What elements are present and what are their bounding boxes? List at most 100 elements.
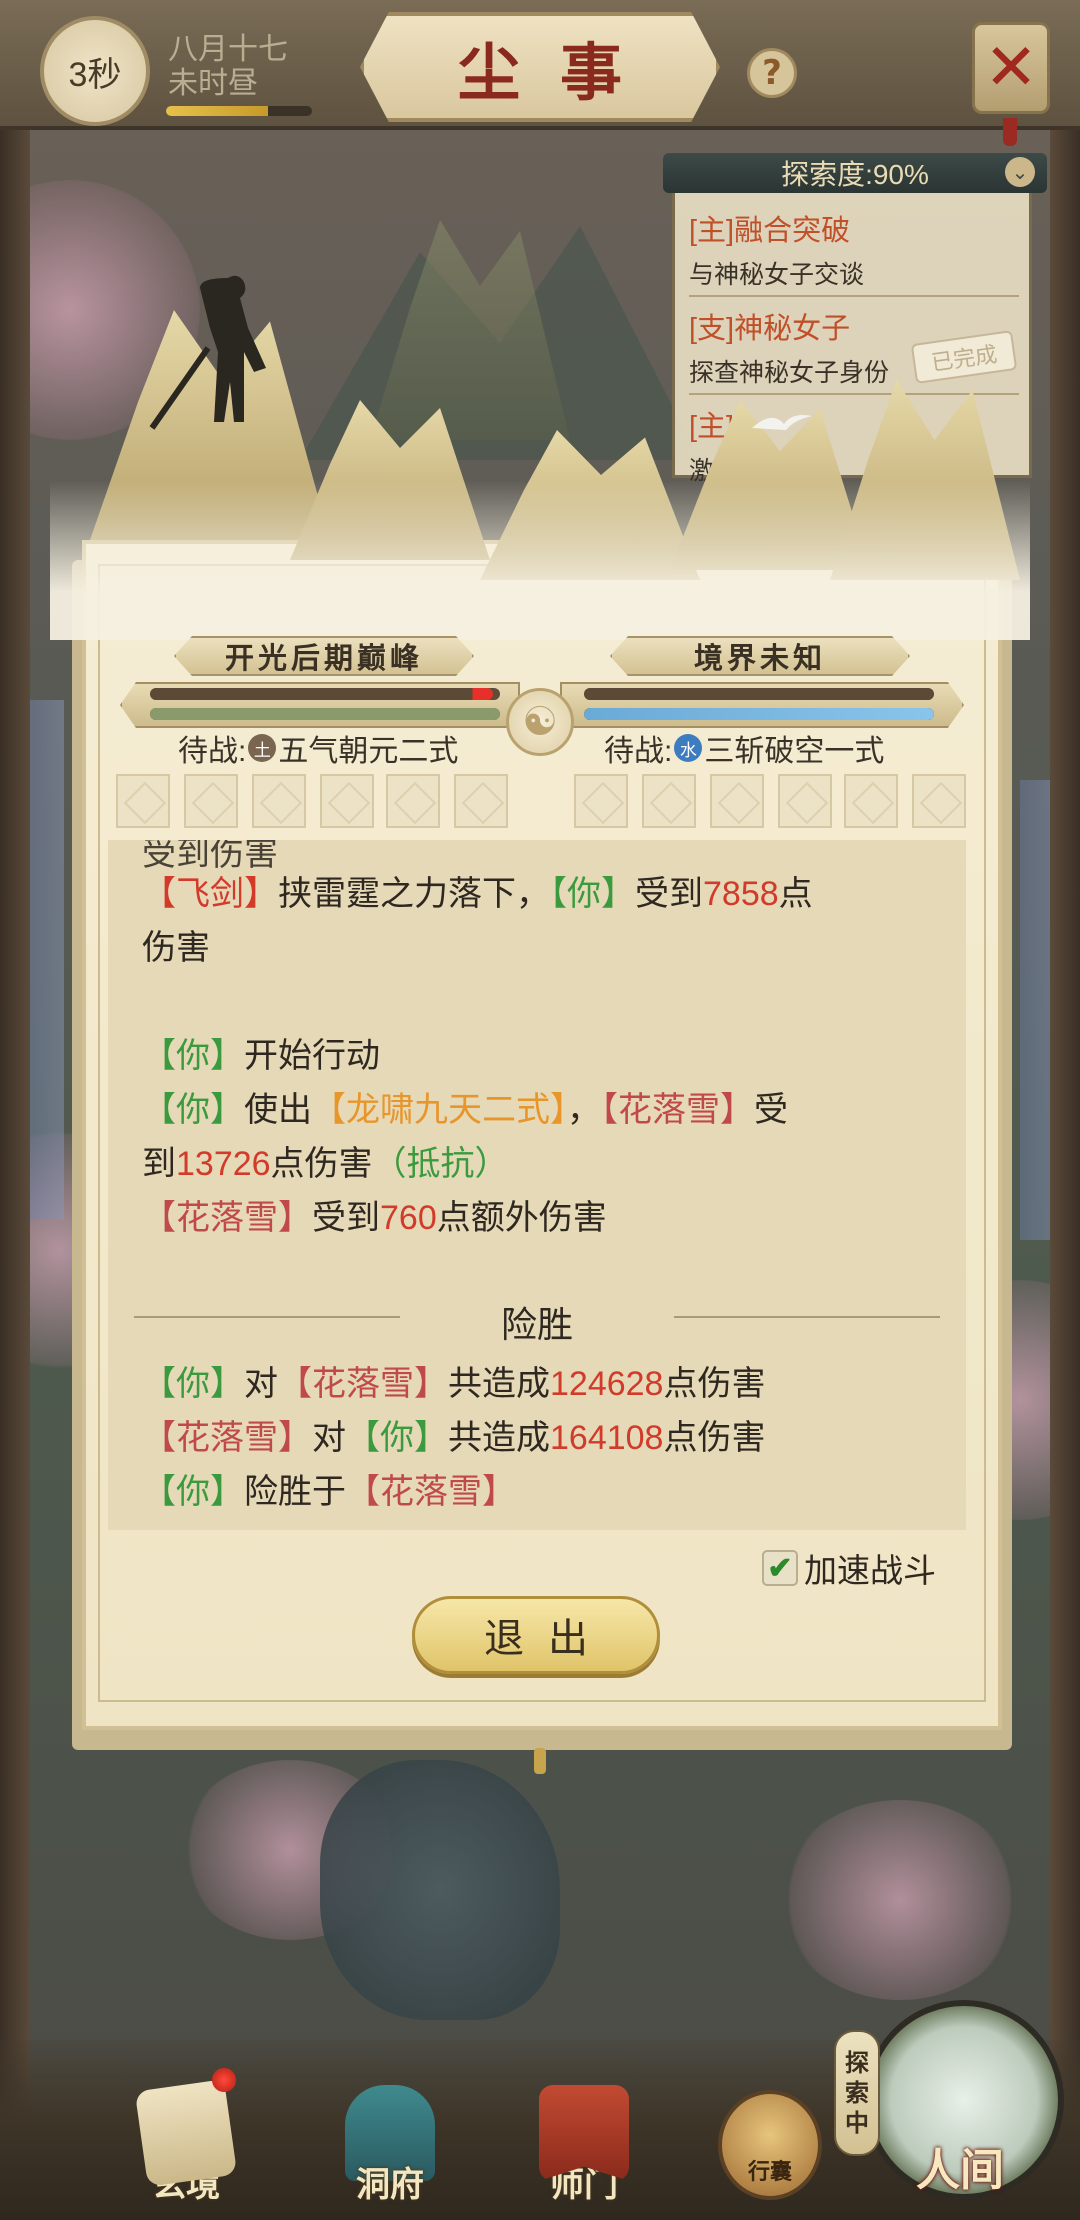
top-bar: 3秒 八月十七 未时昼 尘事 ? ✕: [0, 0, 1080, 146]
tassel-decoration: [1003, 118, 1017, 146]
help-button[interactable]: ?: [747, 48, 797, 98]
enemy-skill-name: 三斩破空一式: [704, 735, 885, 768]
cherry-blossom: [780, 1800, 1020, 2000]
bg-rock: [320, 1760, 560, 2020]
player-mp-bar: [150, 708, 500, 720]
log-text: 险胜于: [244, 1473, 346, 1511]
player-standby: 待战: 土 五气朝元二式: [178, 726, 458, 770]
log-line: 【飞剑】挟雷霆之力落下，【你】受到7858点: [142, 866, 813, 915]
standby-label: 待战:: [604, 735, 673, 768]
earth-element-icon: 土: [248, 734, 277, 762]
page-title: 尘事: [457, 36, 662, 109]
log-line: 【花落雪】对【你】共造成164108点伤害: [142, 1410, 765, 1459]
log-actor: 【飞剑】: [142, 875, 278, 913]
player-buff-slot[interactable]: [320, 774, 374, 828]
nav-shimen[interactable]: 师门: [524, 2056, 644, 2206]
log-actor: 【你】: [142, 1365, 244, 1403]
log-text: 伤害: [142, 929, 210, 967]
speed-battle-toggle[interactable]: ✔ 加速战斗: [762, 1544, 936, 1592]
exploration-progress: 探索度:90% ⌄: [663, 153, 1047, 193]
player-buff-slot[interactable]: [116, 774, 170, 828]
enemy-buff-slot[interactable]: [574, 774, 628, 828]
log-number: 164108: [550, 1419, 664, 1457]
enemy-mp-fill: [584, 708, 934, 720]
enemy-mp-bar: [584, 708, 934, 720]
log-text: 共造成: [448, 1419, 550, 1457]
player-mp-fill: [150, 708, 500, 720]
speed-label: 加速战斗: [804, 1552, 936, 1589]
player-silhouette: [149, 275, 266, 430]
exploration-label: 探索度:90%: [781, 159, 929, 190]
log-text: 点伤害: [270, 1145, 373, 1183]
enemy-buff-slot[interactable]: [710, 774, 764, 828]
enemy-buff-slot[interactable]: [778, 774, 832, 828]
divider-line: [674, 1316, 940, 1318]
log-actor: 【花落雪】: [278, 1365, 448, 1403]
log-actor: 【你】: [142, 1473, 244, 1511]
enemy-realm: 境界未知: [610, 636, 910, 676]
yin-yang-icon: ☯: [506, 688, 574, 756]
log-actor: 【你】: [142, 1091, 244, 1129]
log-actor: 【花落雪】: [142, 1199, 312, 1237]
enemy-buff-slot[interactable]: [642, 774, 696, 828]
player-buff-slot[interactable]: [252, 774, 306, 828]
notification-dot: [212, 2068, 236, 2092]
enemy-buff-slot[interactable]: [844, 774, 898, 828]
explore-char: 索: [845, 2078, 869, 2107]
standby-label: 待战:: [178, 735, 247, 768]
close-icon: ✕: [984, 31, 1038, 105]
log-text: 点: [778, 875, 813, 913]
speed-checkbox[interactable]: ✔: [762, 1550, 798, 1586]
log-line: 【你】开始行动: [142, 1028, 380, 1077]
log-line: 【你】险胜于【花落雪】: [142, 1464, 516, 1513]
chevron-down-icon[interactable]: ⌄: [1005, 157, 1035, 187]
player-buff-slot[interactable]: [184, 774, 238, 828]
explore-char: 中: [845, 2108, 869, 2137]
player-hp-fill: [150, 688, 493, 700]
log-line: 到13726点伤害（抵抗）: [142, 1136, 509, 1185]
question-icon: ?: [762, 53, 782, 93]
exit-button[interactable]: 退出: [412, 1596, 660, 1674]
log-actor: 【你】: [142, 1037, 244, 1075]
log-text: 受: [754, 1091, 788, 1129]
battle-result-divider: 险胜: [134, 1296, 940, 1345]
battle-log[interactable]: 受到伤害 【飞剑】挟雷霆之力落下，【你】受到7858点 伤害 【你】开始行动 【…: [108, 840, 966, 1530]
frame-right: [1050, 0, 1080, 2220]
enemy-standby: 待战: 水 三斩破空一式: [604, 726, 884, 770]
exploring-tag: 探 索 中: [834, 2030, 880, 2156]
log-number: 124628: [550, 1365, 664, 1403]
close-button[interactable]: ✕: [972, 22, 1050, 114]
player-realm: 开光后期巅峰: [174, 636, 474, 676]
log-number: 760: [380, 1199, 437, 1237]
log-actor: 【你】: [550, 875, 635, 913]
log-text: 挟雷霆之力落下，: [278, 875, 550, 913]
bag-button[interactable]: 行囊: [718, 2090, 822, 2200]
nav-dongfu[interactable]: 洞府: [330, 2056, 450, 2206]
nav-xuanjing[interactable]: 玄境: [126, 2056, 246, 2206]
time-progress-bar: [166, 106, 312, 116]
log-text: 点伤害: [663, 1419, 766, 1457]
water-element-icon: 水: [674, 734, 703, 762]
scroll-knob: [534, 1748, 546, 1774]
log-text: 点伤害: [663, 1365, 766, 1403]
log-text: 到: [142, 1145, 176, 1183]
player-buff-slot[interactable]: [454, 774, 508, 828]
crane-icon: [752, 415, 812, 430]
date-time: 未时昼: [168, 67, 258, 100]
log-skill: 【龙啸九天二式】: [312, 1091, 567, 1129]
log-line: 【你】对【花落雪】共造成124628点伤害: [142, 1356, 765, 1405]
player-hp-bar: [150, 688, 500, 700]
log-actor: 【你】: [346, 1419, 448, 1457]
log-actor: 【花落雪】: [346, 1473, 516, 1511]
log-resist: （抵抗）: [372, 1145, 509, 1183]
player-buff-slot[interactable]: [386, 774, 440, 828]
log-actor: 【花落雪】: [601, 1091, 754, 1129]
mountain-peak: [370, 220, 570, 440]
mist: [50, 480, 1030, 640]
log-actor: 【花落雪】: [142, 1419, 312, 1457]
log-line: 【你】使出【龙啸九天二式】，【花落雪】受: [142, 1082, 788, 1131]
enemy-buff-slot[interactable]: [912, 774, 966, 828]
log-text: 点额外伤害: [436, 1199, 607, 1237]
log-text: 对: [244, 1365, 278, 1403]
log-number: 7858: [703, 875, 779, 913]
